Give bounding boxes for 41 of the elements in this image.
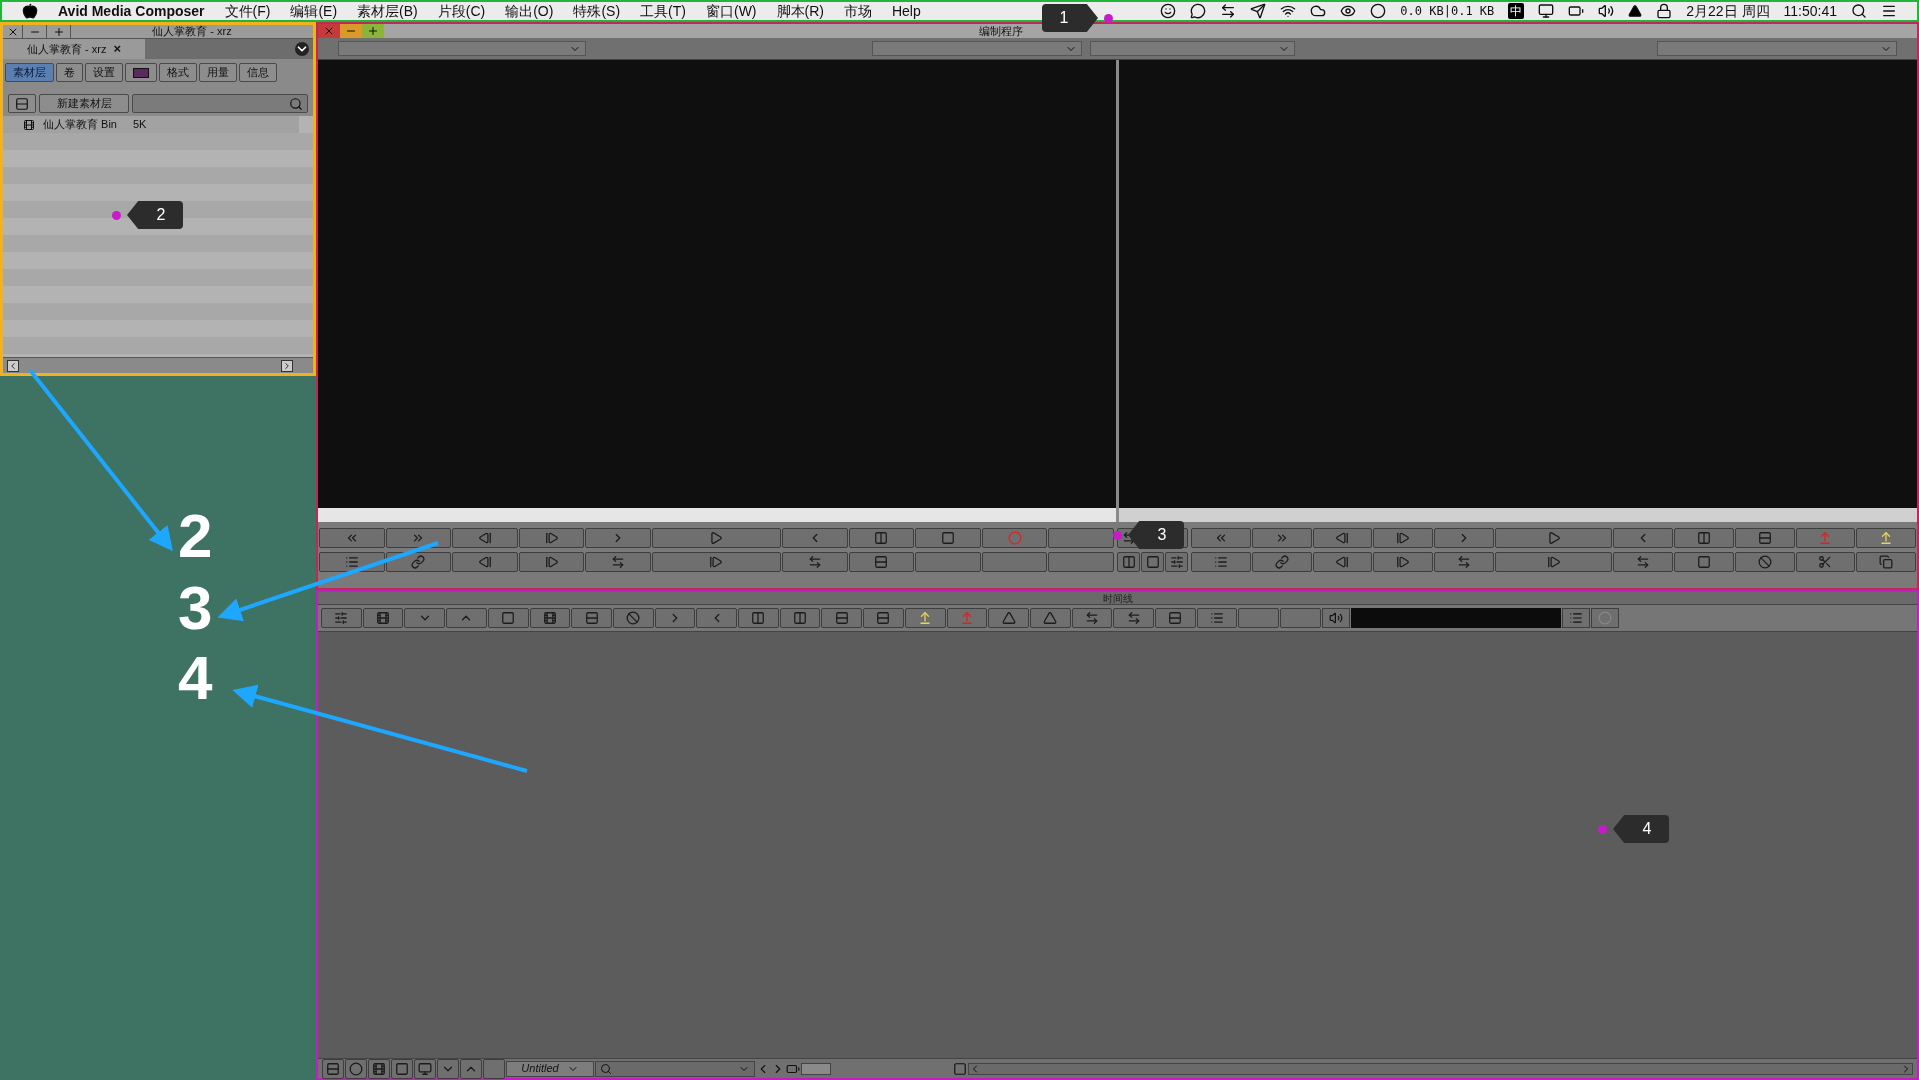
composer-title: 编制程序 (978, 23, 1023, 39)
view-tab[interactable]: 素材层 (5, 63, 54, 82)
view-tab[interactable]: 格式 (159, 63, 197, 82)
step-number: 4 (178, 647, 213, 709)
menu-item[interactable]: 输出(O) (505, 0, 554, 22)
app-name[interactable]: Avid Media Composer (58, 0, 205, 22)
callout-tooltip: 3 (1128, 521, 1184, 549)
view-tab[interactable]: 信息 (239, 63, 277, 82)
timeline-title: 时间线 (1102, 591, 1133, 606)
bin-size: 5K (132, 117, 147, 133)
menu-item[interactable]: 特殊(S) (573, 0, 621, 22)
network-speed: 0.0 KB|0.1 KB (1400, 3, 1495, 20)
view-tab[interactable]: 用量 (199, 63, 237, 82)
input-method-icon[interactable]: 中 (1508, 3, 1525, 19)
date-text: 2月22日 周四 (1686, 1, 1770, 21)
tab-close[interactable]: × (113, 39, 121, 59)
menu-item[interactable]: 市场 (843, 0, 872, 22)
view-tab[interactable]: 卷 (56, 63, 83, 82)
menu-item[interactable]: Help (891, 0, 921, 22)
bin-row[interactable]: 仙人掌教育 Bin 5K (3, 116, 299, 133)
bin-tab[interactable]: 仙人掌教育 - xrz × (3, 39, 145, 59)
menu-item[interactable]: 窗口(W) (705, 0, 757, 22)
callout-tooltip: 4 (1613, 815, 1669, 843)
callout-tooltip: 1 (1042, 4, 1098, 32)
menu-item[interactable]: 脚本(R) (776, 0, 824, 22)
sequence-name[interactable]: Untitled (521, 1060, 559, 1077)
bin-window-title: 仙人掌教育 - xrz (152, 24, 232, 40)
view-tab[interactable]: 设置 (85, 63, 123, 82)
callout-tooltip: 2 (127, 201, 183, 229)
sequence-dropdown[interactable]: Untitled (506, 1060, 594, 1077)
menu-item[interactable]: 文件(F) (224, 0, 271, 22)
bin-name: 仙人掌教育 Bin (43, 117, 117, 133)
step-number: 3 (178, 577, 213, 639)
new-bin-button[interactable]: 新建素材层 (39, 94, 129, 113)
tab-title[interactable]: 仙人掌教育 - xrz (27, 40, 107, 58)
clock-text: 11:50:41 (1783, 1, 1837, 21)
step-number: 2 (178, 505, 213, 567)
menu-item[interactable]: 素材层(B) (357, 0, 418, 22)
menu-item[interactable]: 编辑(E) (290, 0, 338, 22)
menu-item[interactable]: 工具(T) (640, 0, 686, 22)
menu-item[interactable]: 片段(C) (437, 0, 486, 22)
